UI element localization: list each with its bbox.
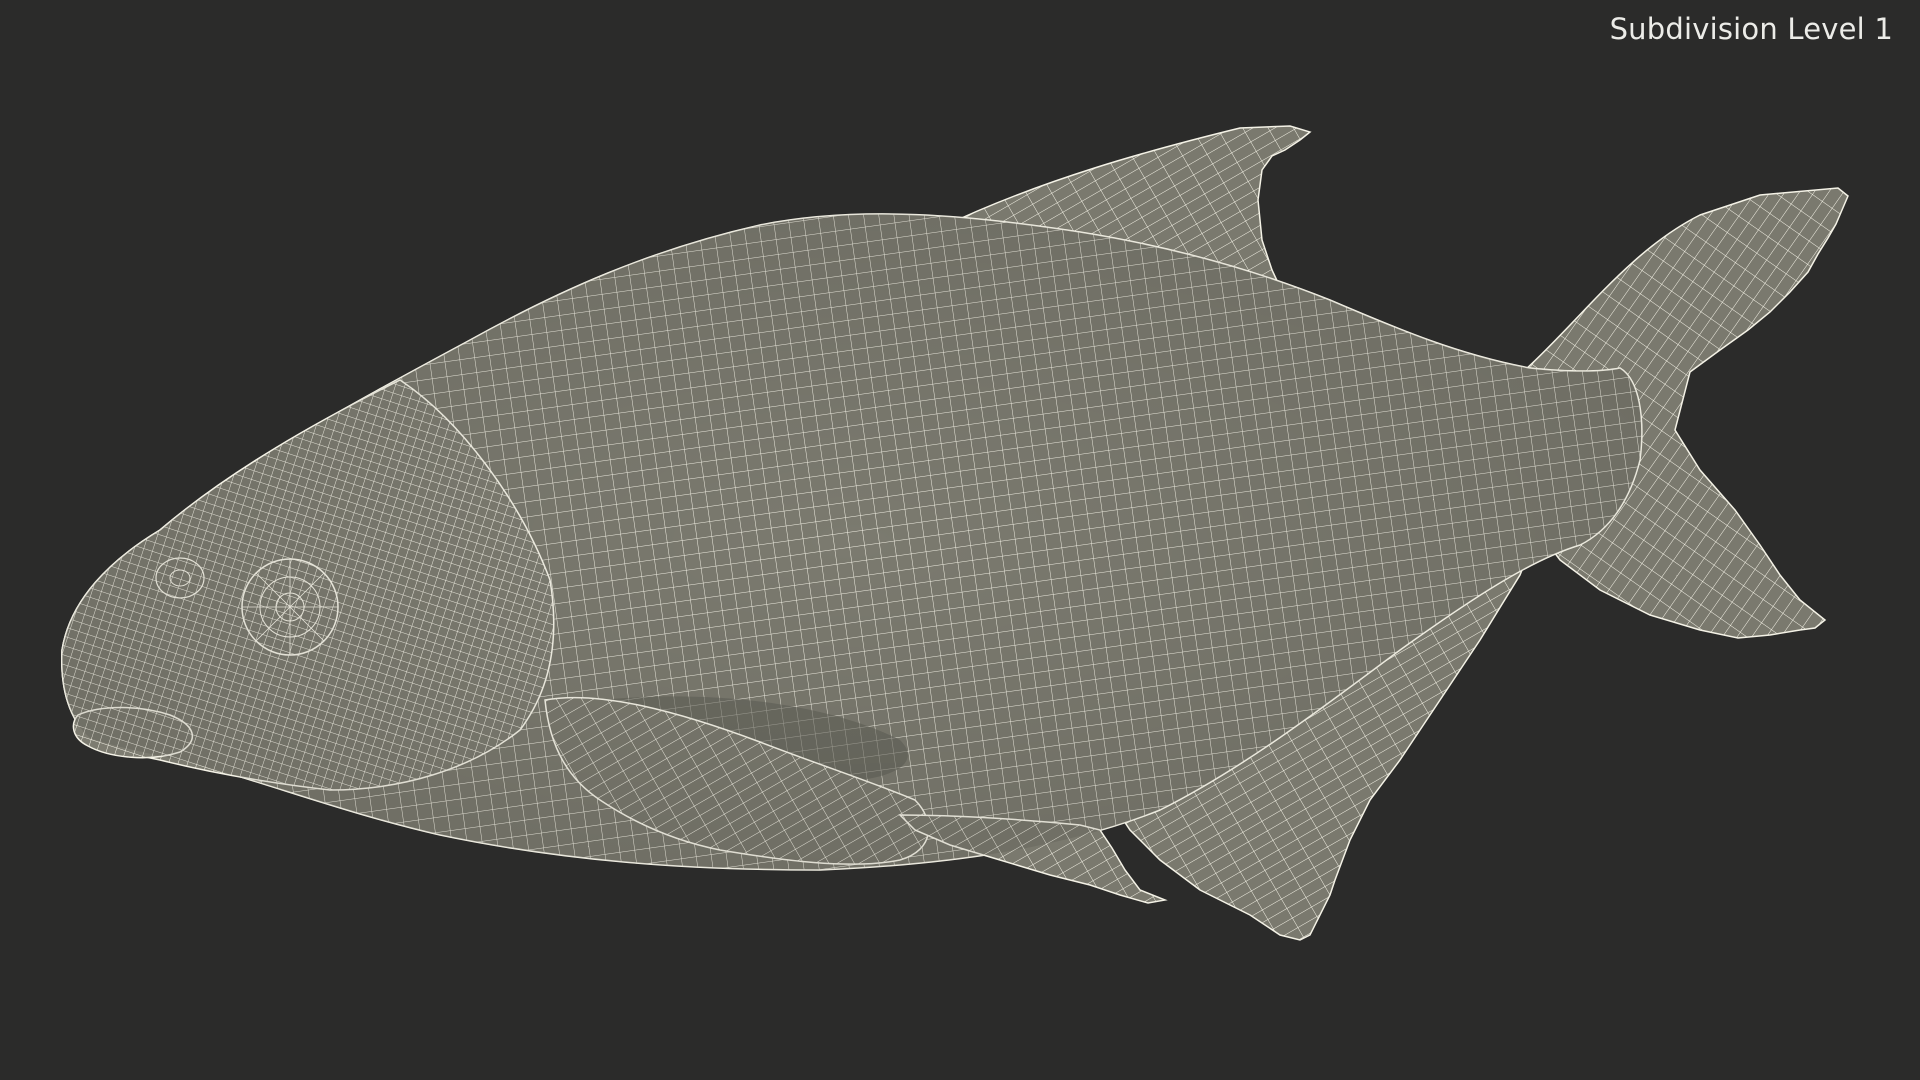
3d-viewport[interactable]: Subdivision Level 1 <box>0 0 1920 1080</box>
subdivision-level-label: Subdivision Level 1 <box>1609 12 1893 46</box>
fish-wireframe-model <box>61 125 1849 941</box>
body-shade <box>61 213 1642 870</box>
